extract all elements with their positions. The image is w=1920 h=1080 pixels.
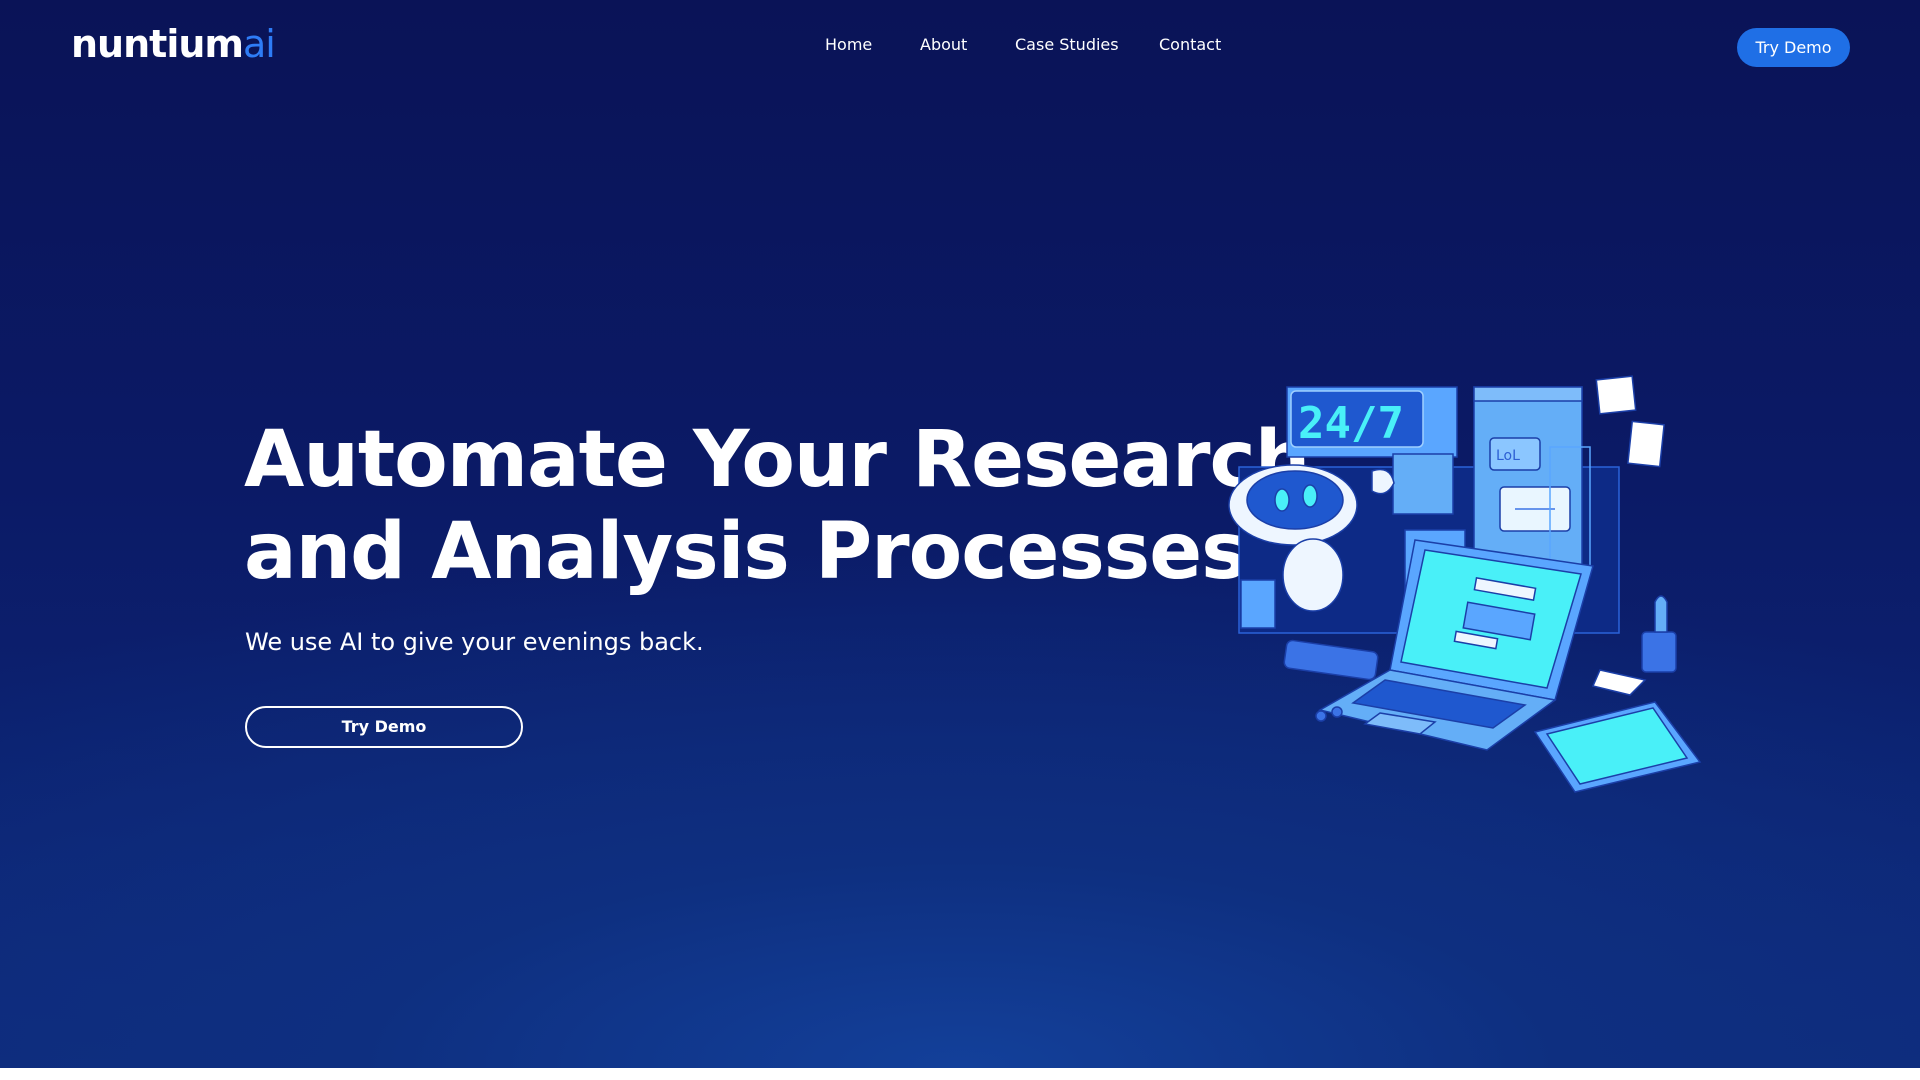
hero-title: Automate Your Research and Analysis Proc… <box>244 414 1310 598</box>
nav-link-contact[interactable]: Contact <box>1159 35 1221 54</box>
nav-link-about[interactable]: About <box>920 35 967 54</box>
hero-subtitle: We use AI to give your evenings back. <box>245 628 704 656</box>
clock-display-text: 24/7 <box>1298 398 1404 449</box>
landing-page: nuntiumai Home About Case Studies Contac… <box>0 0 1920 1068</box>
hero-try-demo-button[interactable]: Try Demo <box>245 706 523 748</box>
nav-try-demo-button[interactable]: Try Demo <box>1737 28 1850 67</box>
hero-title-line-1: Automate Your Research <box>244 415 1310 505</box>
nav-link-case-studies[interactable]: Case Studies <box>1015 35 1119 54</box>
nav-menu: Home About Case Studies Contact <box>0 35 1920 59</box>
robot-laptop-illustration: 24/7 LoL <box>1228 375 1702 793</box>
nav-link-home[interactable]: Home <box>825 35 872 54</box>
chat-bubble-text: LoL <box>1496 448 1520 464</box>
top-navigation: nuntiumai Home About Case Studies Contac… <box>0 0 1920 96</box>
hero-title-line-2: and Analysis Processes <box>244 507 1248 597</box>
